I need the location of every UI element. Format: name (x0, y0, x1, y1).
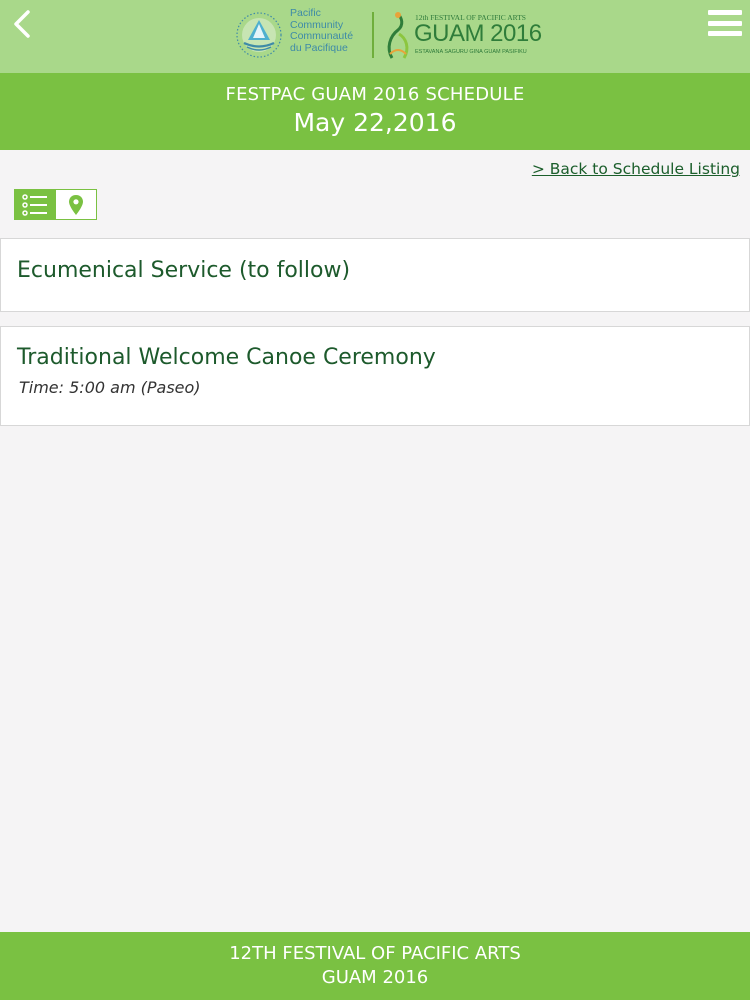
view-toggle (14, 189, 97, 220)
back-button[interactable] (6, 6, 38, 42)
pacific-community-logo-icon (236, 12, 282, 58)
hamburger-line (708, 31, 742, 36)
hamburger-menu-button[interactable] (708, 8, 742, 38)
hamburger-menu-icon (708, 10, 742, 15)
map-view-button[interactable] (55, 190, 96, 219)
hamburger-line (708, 20, 742, 26)
top-bar: Pacific Community Communauté du Pacifiqu… (0, 0, 750, 73)
event-title: Ecumenical Service (to follow) (17, 258, 351, 283)
chevron-left-icon (14, 10, 30, 38)
footer-line-2: GUAM 2016 (321, 967, 429, 988)
schedule-header: FESTPAC GUAM 2016 SCHEDULE May 22,2016 (0, 73, 750, 150)
list-view-button[interactable] (15, 190, 56, 219)
header-logos: Pacific Community Communauté du Pacifiqu… (234, 7, 542, 62)
pacific-community-wordmark: Pacific Community Communauté du Pacifiqu… (290, 7, 354, 54)
festival-emblem-icon (387, 12, 409, 59)
back-to-schedule-link[interactable]: > Back to Schedule Listing (532, 160, 740, 178)
footer-line-1: 12TH FESTIVAL OF PACIFIC ARTS (229, 943, 521, 964)
map-pin-icon (68, 194, 83, 215)
page-title: FESTPAC GUAM 2016 SCHEDULE (225, 84, 525, 105)
schedule-date: May 22,2016 (293, 108, 457, 137)
schedule-page: Pacific Community Communauté du Pacifiqu… (0, 0, 750, 1000)
event-time: Time: 5:00 am (Paseo) (19, 378, 201, 397)
festival-logo-tagline: ESTAVANA SAGURU GINA GUAM PASIFIKU (415, 49, 527, 55)
festival-logo-title: GUAM 2016 (414, 20, 542, 47)
list-view-icon (22, 193, 48, 216)
event-card[interactable]: Traditional Welcome Canoe Ceremony Time:… (0, 326, 750, 426)
page-footer: 12TH FESTIVAL OF PACIFIC ARTS GUAM 2016 (0, 932, 750, 1000)
logo-divider (372, 12, 374, 58)
event-card[interactable]: Ecumenical Service (to follow) (0, 238, 750, 312)
event-title: Traditional Welcome Canoe Ceremony (17, 345, 436, 370)
